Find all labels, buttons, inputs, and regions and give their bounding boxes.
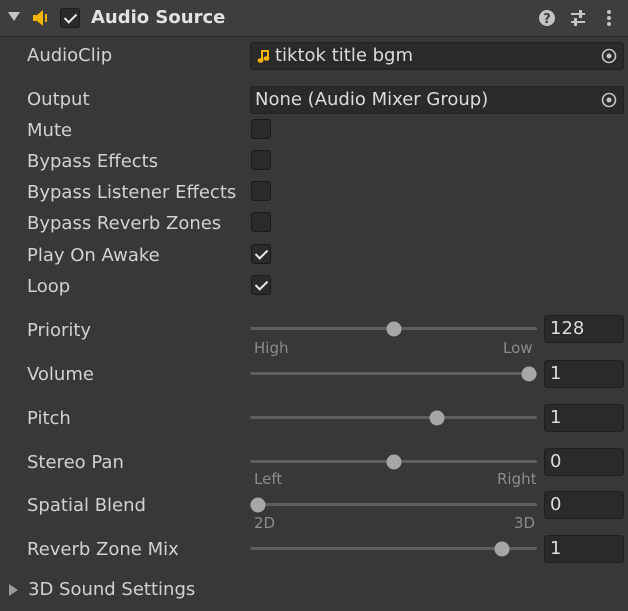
priority-high-label: High bbox=[254, 339, 289, 357]
play-on-awake-checkbox[interactable] bbox=[251, 244, 271, 264]
reverb-zone-mix-input[interactable]: 1 bbox=[544, 535, 624, 563]
bypass-reverb-zones-label: Bypass Reverb Zones bbox=[27, 213, 222, 234]
component-title: Audio Source bbox=[91, 7, 226, 28]
volume-input[interactable]: 1 bbox=[544, 360, 624, 388]
mute-checkbox[interactable] bbox=[251, 119, 271, 139]
reverb-zone-mix-slider-track[interactable] bbox=[250, 541, 537, 556]
volume-slider-thumb[interactable] bbox=[521, 366, 537, 381]
mute-label: Mute bbox=[27, 120, 73, 141]
pitch-slider-thumb[interactable] bbox=[429, 410, 445, 425]
audioclip-value: tiktok title bgm bbox=[275, 45, 413, 66]
output-field[interactable]: None (Audio Mixer Group) bbox=[250, 86, 624, 114]
bypass-reverb-zones-checkbox[interactable] bbox=[251, 212, 271, 232]
priority-slider-track[interactable] bbox=[250, 321, 537, 336]
stereo-pan-slider-track[interactable] bbox=[250, 454, 537, 469]
loop-label: Loop bbox=[27, 276, 71, 297]
bypass-effects-checkbox[interactable] bbox=[251, 150, 271, 170]
music-note-icon bbox=[257, 50, 270, 63]
stereo-pan-input[interactable]: 0 bbox=[544, 448, 624, 476]
output-value: None (Audio Mixer Group) bbox=[255, 89, 489, 110]
component-header: Audio Source ? bbox=[0, 0, 628, 37]
pitch-slider-track[interactable] bbox=[250, 410, 537, 425]
spatial-blend-2d-label: 2D bbox=[254, 514, 276, 532]
help-icon[interactable]: ? bbox=[537, 8, 557, 28]
reverb-zone-mix-label: Reverb Zone Mix bbox=[27, 539, 179, 560]
svg-text:?: ? bbox=[543, 12, 551, 27]
stereo-pan-slider-thumb[interactable] bbox=[386, 454, 401, 469]
foldout-arrow-icon[interactable] bbox=[9, 584, 18, 596]
volume-label: Volume bbox=[27, 364, 94, 385]
priority-low-label: Low bbox=[503, 339, 533, 357]
audioclip-field[interactable]: tiktok title bgm bbox=[250, 42, 624, 70]
spatial-blend-3d-label: 3D bbox=[514, 514, 536, 532]
priority-label: Priority bbox=[27, 320, 92, 341]
play-on-awake-label: Play On Awake bbox=[27, 245, 160, 266]
audioclip-label: AudioClip bbox=[27, 45, 113, 66]
stereo-pan-left-label: Left bbox=[254, 470, 283, 488]
spatial-blend-input[interactable]: 0 bbox=[544, 491, 624, 519]
fold-arrow-icon[interactable] bbox=[8, 12, 20, 21]
presets-icon[interactable] bbox=[568, 8, 588, 28]
spatial-blend-label: Spatial Blend bbox=[27, 495, 146, 516]
spatial-blend-slider-track[interactable] bbox=[250, 497, 537, 512]
stereo-pan-label: Stereo Pan bbox=[27, 452, 124, 473]
spatial-blend-slider-thumb[interactable] bbox=[250, 497, 266, 512]
stereo-pan-right-label: Right bbox=[497, 470, 537, 488]
output-label: Output bbox=[27, 89, 90, 110]
3d-sound-settings-foldout[interactable]: 3D Sound Settings bbox=[28, 579, 195, 600]
volume-slider-track[interactable] bbox=[250, 366, 537, 381]
object-picker-icon[interactable] bbox=[601, 48, 617, 64]
bypass-effects-label: Bypass Effects bbox=[27, 151, 159, 172]
object-picker-icon[interactable] bbox=[601, 92, 617, 108]
loop-checkbox[interactable] bbox=[251, 275, 271, 295]
component-enabled-checkbox[interactable] bbox=[60, 8, 80, 28]
priority-input[interactable]: 128 bbox=[544, 315, 624, 343]
more-icon[interactable] bbox=[599, 8, 619, 28]
pitch-label: Pitch bbox=[27, 408, 71, 429]
priority-slider-thumb[interactable] bbox=[386, 321, 401, 336]
bypass-listener-effects-label: Bypass Listener Effects bbox=[27, 182, 237, 203]
pitch-input[interactable]: 1 bbox=[544, 404, 624, 432]
bypass-listener-effects-checkbox[interactable] bbox=[251, 181, 271, 201]
speaker-icon bbox=[33, 10, 47, 26]
reverb-zone-mix-slider-thumb[interactable] bbox=[494, 541, 510, 556]
